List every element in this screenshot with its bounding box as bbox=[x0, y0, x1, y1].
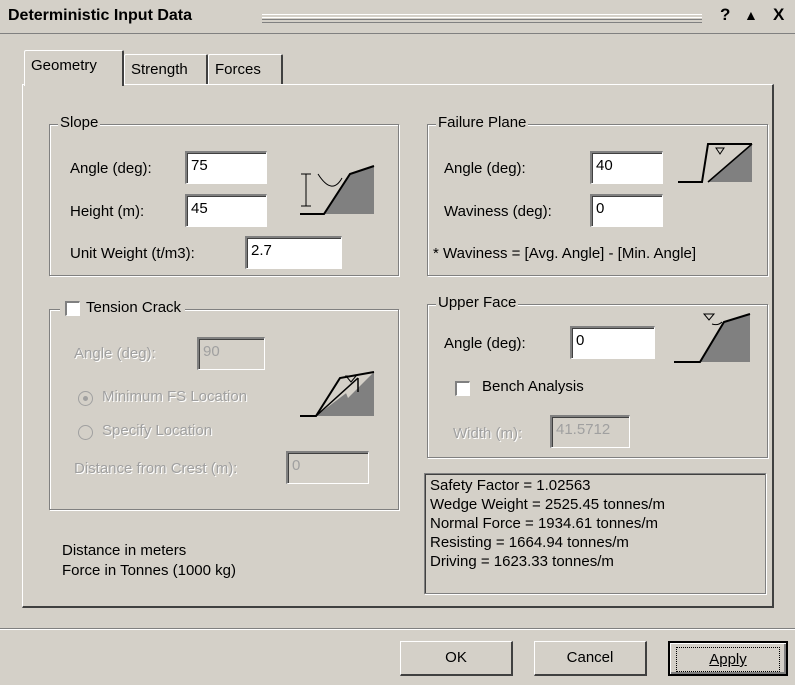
bench-width-label: Width (m): bbox=[453, 425, 523, 442]
tab-strength[interactable]: Strength bbox=[124, 54, 208, 84]
help-icon[interactable]: ? bbox=[720, 5, 730, 25]
minimize-icon[interactable]: ▲ bbox=[744, 7, 758, 23]
tension-crack-checkbox[interactable] bbox=[65, 301, 80, 316]
units-note-force: Force in Tonnes (1000 kg) bbox=[62, 562, 236, 579]
upper-face-legend: Upper Face bbox=[436, 294, 519, 311]
result-resisting: Resisting = 1664.94 tonnes/m bbox=[430, 534, 629, 551]
result-normal-force: Normal Force = 1934.61 tonnes/m bbox=[430, 515, 659, 532]
results-box: Safety Factor = 1.02563 Wedge Weight = 2… bbox=[424, 473, 766, 594]
unit-weight-label: Unit Weight (t/m3): bbox=[70, 245, 195, 262]
bench-width-input[interactable]: 41.5712 bbox=[550, 415, 630, 448]
failure-angle-label: Angle (deg): bbox=[444, 160, 526, 177]
tab-geometry[interactable]: Geometry bbox=[24, 50, 124, 86]
distance-crest-label: Distance from Crest (m): bbox=[74, 460, 238, 477]
result-safety-factor: Safety Factor = 1.02563 bbox=[430, 477, 591, 494]
upper-face-diagram-icon bbox=[674, 313, 751, 363]
bench-analysis-checkbox[interactable] bbox=[455, 381, 470, 396]
window-title: Deterministic Input Data bbox=[8, 7, 193, 24]
unit-weight-input[interactable]: 2.7 bbox=[245, 236, 342, 269]
tension-crack-diagram-icon bbox=[300, 371, 375, 417]
ok-button[interactable]: OK bbox=[400, 641, 513, 676]
failure-angle-input[interactable]: 40 bbox=[590, 151, 663, 184]
waviness-note: * Waviness = [Avg. Angle] - [Min. Angle] bbox=[433, 245, 697, 262]
slope-height-input[interactable]: 45 bbox=[185, 194, 267, 227]
upper-face-angle-label: Angle (deg): bbox=[444, 335, 526, 352]
crack-angle-label: Angle (deg): bbox=[74, 345, 156, 362]
upper-face-angle-input[interactable]: 0 bbox=[570, 326, 655, 359]
bench-analysis-label: Bench Analysis bbox=[482, 378, 584, 395]
specify-location-label: Specify Location bbox=[102, 422, 213, 439]
crack-angle-input[interactable]: 90 bbox=[197, 337, 265, 370]
slope-angle-input[interactable]: 75 bbox=[185, 151, 267, 184]
bottom-separator bbox=[0, 628, 795, 630]
failure-plane-diagram-icon bbox=[678, 143, 753, 183]
waviness-label: Waviness (deg): bbox=[444, 203, 552, 220]
failure-plane-legend: Failure Plane bbox=[436, 114, 529, 131]
units-note-distance: Distance in meters bbox=[62, 542, 187, 559]
result-driving: Driving = 1623.33 tonnes/m bbox=[430, 553, 614, 570]
slope-diagram-icon bbox=[300, 165, 375, 215]
close-icon[interactable]: X bbox=[773, 5, 784, 25]
tab-forces[interactable]: Forces bbox=[208, 54, 283, 84]
tension-crack-legend: Tension Crack bbox=[86, 299, 182, 316]
slope-height-label: Height (m): bbox=[70, 203, 145, 220]
cancel-button[interactable]: Cancel bbox=[534, 641, 647, 676]
slope-angle-label: Angle (deg): bbox=[70, 160, 152, 177]
min-fs-radio[interactable] bbox=[78, 391, 93, 406]
title-grip bbox=[262, 14, 702, 23]
distance-crest-input[interactable]: 0 bbox=[286, 451, 369, 484]
slope-legend: Slope bbox=[58, 114, 101, 131]
result-wedge-weight: Wedge Weight = 2525.45 tonnes/m bbox=[430, 496, 666, 513]
waviness-input[interactable]: 0 bbox=[590, 194, 663, 227]
apply-button[interactable]: Apply bbox=[668, 641, 788, 676]
min-fs-label: Minimum FS Location bbox=[102, 388, 248, 405]
apply-button-label: Apply bbox=[709, 651, 747, 668]
specify-location-radio[interactable] bbox=[78, 425, 93, 440]
title-bar[interactable]: Deterministic Input Data ? ▲ X bbox=[0, 0, 795, 34]
